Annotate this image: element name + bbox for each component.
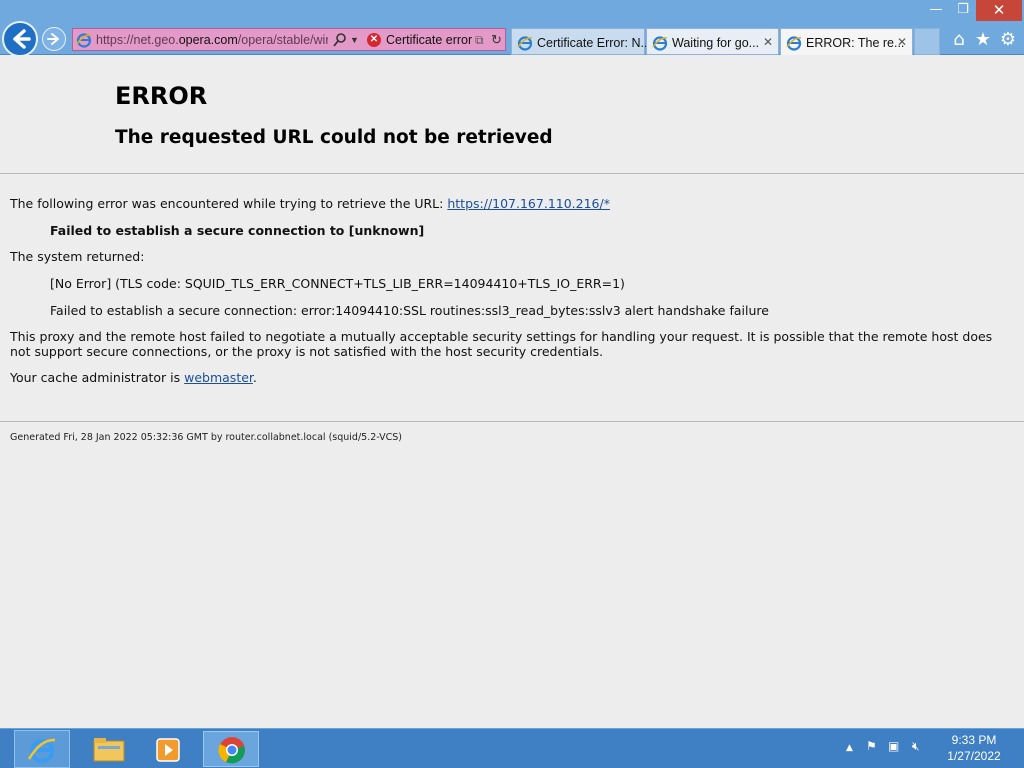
browser-toolbar: — ❐ ✕ https://net.geo.opera.com/opera/st… bbox=[0, 0, 1024, 57]
admin-suffix: . bbox=[252, 370, 257, 385]
search-icon[interactable] bbox=[333, 32, 347, 48]
new-tab-button[interactable] bbox=[914, 28, 940, 55]
volume-muted-icon[interactable]: 🔇︎ bbox=[912, 739, 920, 754]
url-prefix: https://net.geo. bbox=[96, 33, 179, 47]
tab-certificate-error[interactable]: Certificate Error: N... bbox=[511, 28, 651, 55]
back-arrow-icon bbox=[13, 29, 31, 49]
refresh-icon[interactable]: ↻ bbox=[491, 32, 502, 48]
address-bar[interactable]: https://net.geo.opera.com/opera/stable/w… bbox=[72, 28, 506, 51]
taskbar-file-explorer[interactable] bbox=[80, 731, 136, 767]
ie-page-icon bbox=[76, 33, 92, 48]
page-subtitle: The requested URL could not be retrieved bbox=[115, 127, 553, 148]
page-content: ERROR The requested URL could not be ret… bbox=[0, 56, 1024, 728]
tab-title: Waiting for go... bbox=[672, 36, 760, 50]
folder-icon bbox=[93, 738, 125, 762]
taskbar-media-player[interactable] bbox=[140, 731, 196, 767]
tab-error-active[interactable]: ERROR: The re... ✕ bbox=[780, 28, 913, 55]
tab-close-icon[interactable]: ✕ bbox=[897, 35, 907, 49]
action-center-flag-icon[interactable]: ⚑ bbox=[866, 739, 877, 753]
url-suffix: /opera/stable/wir bbox=[237, 33, 328, 47]
ssl-error-line: Failed to establish a secure connection:… bbox=[50, 303, 769, 318]
footer-divider bbox=[0, 421, 1024, 422]
tab-waiting[interactable]: Waiting for go... ✕ bbox=[646, 28, 779, 55]
network-icon[interactable]: ▣ bbox=[888, 739, 899, 753]
webmaster-link[interactable]: webmaster bbox=[184, 370, 253, 385]
taskbar-chrome[interactable] bbox=[203, 731, 259, 767]
home-icon[interactable]: ⌂ bbox=[948, 29, 970, 51]
close-window-button[interactable]: ✕ bbox=[976, 0, 1022, 21]
minimize-button[interactable]: — bbox=[922, 0, 950, 21]
chrome-icon bbox=[218, 737, 245, 764]
intro-text: The following error was encountered whil… bbox=[10, 196, 448, 211]
restore-button[interactable]: ❐ bbox=[950, 0, 976, 21]
error-header: ERROR The requested URL could not be ret… bbox=[0, 56, 1024, 174]
requested-url-link[interactable]: https://107.167.110.216/* bbox=[447, 196, 610, 211]
certificate-error-label[interactable]: Certificate error bbox=[386, 33, 472, 47]
compatibility-view-icon[interactable]: ⧉ bbox=[475, 32, 484, 48]
ie-page-icon bbox=[786, 36, 802, 51]
explanation-paragraph: This proxy and the remote host failed to… bbox=[10, 329, 993, 359]
system-returned-label: The system returned: bbox=[10, 249, 145, 264]
tab-close-icon[interactable]: ✕ bbox=[763, 35, 773, 49]
ie-page-icon bbox=[517, 36, 533, 51]
failure-line: Failed to establish a secure connection … bbox=[50, 223, 425, 238]
forward-arrow-icon bbox=[47, 33, 59, 45]
tab-title: Certificate Error: N... bbox=[537, 36, 651, 50]
clock-time: 9:33 PM bbox=[951, 733, 997, 747]
url-domain: opera.com bbox=[178, 33, 238, 47]
taskbar: ▲ ⚑ ▣ 🔇︎ 9:33 PM 1/27/2022 bbox=[0, 728, 1024, 768]
admin-prefix: Your cache administrator is bbox=[10, 370, 185, 385]
back-button[interactable] bbox=[2, 21, 38, 57]
address-url[interactable]: https://net.geo.opera.com/opera/stable/w… bbox=[96, 33, 328, 47]
tls-code-line: [No Error] (TLS code: SQUID_TLS_ERR_CONN… bbox=[50, 276, 625, 291]
system-tray: ▲ ⚑ ▣ 🔇︎ bbox=[840, 735, 950, 763]
gear-icon[interactable]: ⚙ bbox=[997, 29, 1019, 51]
certificate-error-icon[interactable]: ✕ bbox=[367, 33, 381, 47]
ie-page-icon bbox=[652, 36, 668, 51]
forward-button[interactable] bbox=[42, 27, 66, 51]
taskbar-clock[interactable]: 9:33 PM 1/27/2022 bbox=[944, 732, 1004, 764]
show-hidden-icons-icon[interactable]: ▲ bbox=[846, 743, 853, 753]
tab-title: ERROR: The re... bbox=[806, 36, 905, 50]
internet-explorer-icon bbox=[27, 738, 56, 763]
footer-generated: Generated Fri, 28 Jan 2022 05:32:36 GMT … bbox=[10, 432, 402, 443]
admin-line: Your cache administrator is webmaster. bbox=[10, 370, 257, 385]
favorites-star-icon[interactable]: ★ bbox=[972, 29, 994, 51]
chevron-down-icon[interactable]: ▼ bbox=[350, 32, 359, 48]
page-title: ERROR bbox=[115, 82, 208, 110]
intro-line: The following error was encountered whil… bbox=[10, 196, 610, 211]
media-player-icon bbox=[156, 738, 180, 762]
taskbar-ie-button[interactable] bbox=[14, 730, 70, 768]
clock-date: 1/27/2022 bbox=[947, 749, 1001, 763]
